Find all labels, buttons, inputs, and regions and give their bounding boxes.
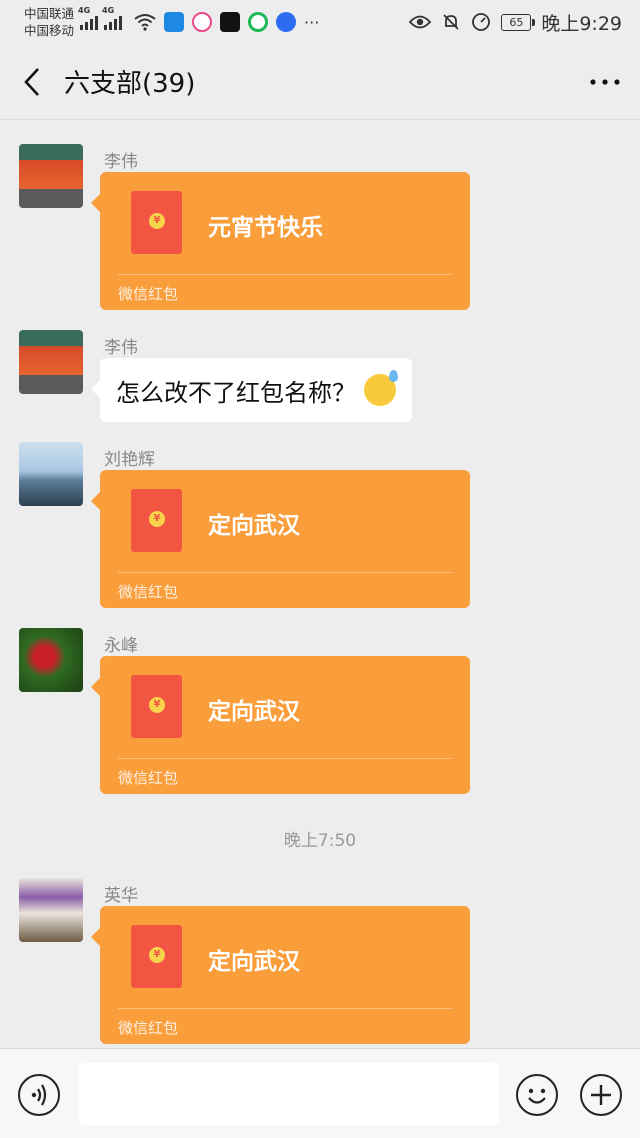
message-text: 怎么改不了红包名称？ [116,378,356,407]
wifi-icon [134,14,156,31]
status-app-icons: ··· [134,12,319,32]
emoji-button[interactable] [516,1074,558,1116]
red-envelope-icon: ¥ [131,675,182,738]
plus-button[interactable] [580,1074,622,1116]
divider [118,572,452,573]
red-packet-label: 微信红包 [118,583,179,601]
speed-icon [472,13,491,31]
sweat-emoji-icon [364,370,398,406]
chevron-left-icon [24,67,39,96]
red-envelope-icon: ¥ [131,489,182,552]
status-time: 晚上9:29 [541,12,622,35]
red-packet-label: 微信红包 [118,285,179,303]
red-packet-bubble[interactable]: ¥ 定向武汉 微信红包 [91,470,470,608]
network-type-2: 4G [102,6,115,15]
carrier-1: 中国联通 [24,6,75,21]
signal-icon-2: 4G [102,6,123,30]
red-packet-bubble[interactable]: ¥ 定向武汉 微信红包 [91,656,470,794]
network-type-1: 4G [78,6,91,15]
sender-name: 刘艳辉 [104,450,155,470]
divider [118,758,452,759]
baidu-app-icon [276,12,297,32]
red-envelope-icon: ¥ [131,191,182,254]
status-bar: 中国联通 中国移动 4G 4G ··· 65 晚上9:29 [0,0,640,44]
sender-name: 李伟 [104,152,138,172]
eye-icon [409,15,432,29]
status-right: 65 晚上9:29 [409,9,622,36]
smiley-icon [528,1088,546,1104]
chat-title: 六支部(39) [64,69,196,99]
divider [118,274,452,275]
mute-bell-icon [443,14,459,30]
red-envelope-icon: ¥ [131,925,182,988]
red-packet-bubble[interactable]: ¥ 定向武汉 微信红包 [91,906,470,1044]
red-packet-label: 微信红包 [118,769,179,787]
signal-icon-1: 4G [78,6,99,30]
plus-icon [591,1085,611,1105]
chat-app-icon [192,12,213,32]
red-packet-title: 定向武汉 [208,699,300,725]
carrier-names: 中国联通 中国移动 [24,5,74,39]
more-icon [590,78,620,85]
red-packet-title: 定向武汉 [208,949,300,975]
message-input[interactable] [78,1063,499,1125]
carrier-2: 中国移动 [24,23,75,38]
red-packet-bubble[interactable]: ¥ 元宵节快乐 微信红包 [91,172,470,310]
divider [118,1008,452,1009]
sender-name: 李伟 [104,338,138,358]
input-bar [0,1048,640,1138]
red-packet-title: 定向武汉 [208,513,300,539]
timestamp: 晚上7:50 [283,831,357,851]
tiktok-app-icon [220,12,241,32]
shield-app-icon [164,12,185,32]
avatar[interactable] [19,628,83,692]
voice-button[interactable] [18,1074,60,1116]
more-button[interactable] [570,44,640,120]
voice-icon [31,1084,47,1106]
red-packet-title: 元宵节快乐 [208,215,323,241]
red-packet-label: 微信红包 [118,1019,179,1037]
more-notifications-icon: ··· [304,12,320,32]
avatar[interactable] [19,878,83,942]
avatar[interactable] [19,330,83,394]
sender-name: 永峰 [104,636,138,656]
text-bubble[interactable]: 怎么改不了红包名称？ [91,358,412,422]
sender-name: 英华 [104,886,138,906]
avatar[interactable] [19,442,83,506]
battery-icon: 65 [501,13,536,31]
back-button[interactable] [0,44,64,120]
avatar[interactable] [19,144,83,208]
video-app-icon [248,12,269,32]
chat-header: 六支部(39) [0,44,640,120]
